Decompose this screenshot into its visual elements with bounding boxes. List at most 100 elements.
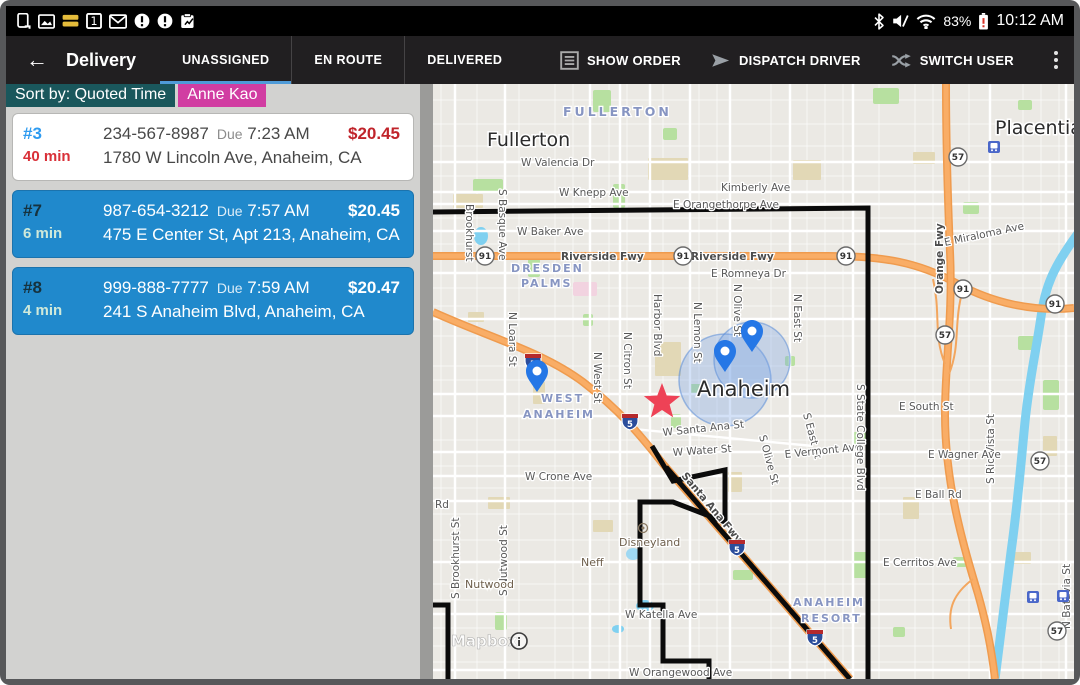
svg-text:57: 57 [939, 331, 952, 341]
street-label: E Cerritos Ave [883, 557, 957, 569]
area-label: FULLERTON [563, 104, 672, 119]
battery-percent: 83% [943, 13, 971, 29]
due-label: Due [217, 126, 243, 142]
note-icon [180, 13, 196, 29]
mail-icon [109, 14, 127, 29]
city-label: Anaheim [697, 377, 790, 401]
poi-label: Neff [581, 556, 604, 569]
order-price: $20.45 [348, 201, 400, 221]
tab-en-route[interactable]: EN ROUTE [291, 36, 404, 84]
svg-text:WEST: WEST [541, 392, 584, 405]
svg-text:5: 5 [812, 636, 818, 646]
order-price: $20.45 [348, 124, 400, 144]
street-label: N Citron St [621, 332, 633, 389]
order-phone: 234-567-8987 [103, 124, 209, 144]
city-label: Placentia [995, 117, 1074, 139]
svg-text:5: 5 [627, 420, 633, 430]
back-button[interactable]: ← [6, 36, 66, 84]
order-address: 241 S Anaheim Blvd, Anaheim, CA [103, 302, 400, 322]
hospital-area [573, 282, 597, 296]
svg-text:91: 91 [957, 285, 970, 295]
street-label: Rd [435, 499, 449, 511]
street-label: W Crone Ave [525, 471, 592, 483]
tab-unassigned[interactable]: UNASSIGNED [160, 36, 291, 84]
order-card[interactable]: #7 987-654-3212 Due 7:57 AM $20.45 6 min… [12, 190, 414, 258]
svg-text:57: 57 [1051, 627, 1064, 637]
order-eta: 40 min [23, 148, 95, 165]
alert-icon [134, 13, 150, 29]
show-order-button[interactable]: SHOW ORDER [560, 51, 681, 70]
order-phone: 999-888-7777 [103, 278, 209, 298]
due-time: 7:23 AM [247, 124, 309, 143]
order-address: 475 E Center St, Apt 213, Anaheim, CA [103, 225, 400, 245]
order-id: #7 [23, 201, 95, 221]
mapbox-wordmark[interactable]: Mapbox [451, 632, 518, 650]
switch-user-icon [891, 52, 912, 69]
tab-delivered[interactable]: DELIVERED [404, 36, 524, 84]
toolbar: ← Delivery UNASSIGNED EN ROUTE DELIVERED… [6, 36, 1074, 84]
street-label: E Romneya Dr [711, 268, 787, 280]
svg-text:DRESDEN: DRESDEN [511, 262, 584, 275]
street-label: W Baker Ave [517, 226, 583, 238]
dispatch-driver-button[interactable]: DISPATCH DRIVER [711, 52, 861, 69]
poi-label: Nutwood [465, 578, 514, 591]
panel-divider [420, 84, 433, 679]
screenshot-icon [38, 14, 55, 29]
bluetooth-icon [873, 13, 885, 30]
clock: 10:12 AM [996, 12, 1064, 30]
sim-icon [62, 14, 79, 28]
freeway-label: Riverside Fwy [691, 251, 774, 263]
street-label: Kimberly Ave [721, 182, 790, 194]
order-card[interactable]: #8 999-888-7777 Due 7:59 AM $20.47 4 min… [12, 267, 414, 335]
order-address: 1780 W Lincoln Ave, Anaheim, CA [103, 148, 400, 168]
tablet-frame: 1 83% 10:12 AM ← Delivery UNASSIGNED EN … [0, 0, 1080, 685]
switch-user-button[interactable]: SWITCH USER [891, 52, 1014, 69]
street-label: N West St [591, 352, 603, 403]
calendar-one-icon: 1 [86, 13, 102, 29]
city-label: Fullerton [487, 129, 570, 151]
street-label: W Orangewood Ave [629, 667, 732, 679]
svg-text:57: 57 [1034, 457, 1047, 467]
order-price: $20.47 [348, 278, 400, 298]
svg-text:91: 91 [840, 252, 853, 262]
sort-chip[interactable]: Sort by: Quoted Time [6, 84, 175, 107]
street-label: E Wagner Ave [928, 449, 1001, 461]
street-label: Brookhurst [463, 204, 475, 261]
due-time: 7:59 AM [247, 278, 309, 297]
show-order-icon [560, 51, 579, 70]
overflow-menu-icon[interactable] [1044, 45, 1068, 75]
street-label: Harbor Blvd [651, 294, 663, 356]
switch-user-label: SWITCH USER [920, 53, 1014, 68]
order-phone: 987-654-3212 [103, 201, 209, 221]
street-label: E Orangethorpe Ave [673, 199, 779, 211]
street-label: W Knepp Ave [559, 187, 629, 199]
order-due: Due 7:23 AM [217, 124, 310, 144]
page-title: Delivery [66, 36, 136, 84]
svg-text:ANAHEIM: ANAHEIM [523, 408, 595, 421]
order-card[interactable]: #3 234-567-8987 Due 7:23 AM $20.45 40 mi… [12, 113, 414, 181]
app-screen: 1 83% 10:12 AM ← Delivery UNASSIGNED EN … [6, 6, 1074, 679]
svg-text:91: 91 [1049, 300, 1062, 310]
svg-text:5: 5 [734, 546, 740, 556]
info-icon[interactable] [511, 633, 527, 649]
user-chip[interactable]: Anne Kao [178, 84, 266, 107]
dispatch-driver-label: DISPATCH DRIVER [739, 53, 861, 68]
street-label: S State College Blvd [854, 384, 866, 491]
wifi-icon [916, 13, 936, 29]
map[interactable]: FULLERTON Fullerton Placentia W Valencia… [433, 84, 1074, 679]
street-label: W Katella Ave [625, 609, 697, 621]
street-label: N East St [791, 294, 803, 342]
order-eta: 6 min [23, 225, 95, 242]
order-due: Due 7:57 AM [217, 201, 310, 221]
device-icon [16, 13, 31, 30]
volume-mute-icon [892, 13, 909, 29]
street-label: S Basque Ave [496, 189, 508, 260]
svg-text:91: 91 [479, 252, 492, 262]
svg-text:57: 57 [952, 153, 965, 163]
status-bar: 1 83% 10:12 AM [6, 6, 1074, 36]
order-id: #3 [23, 124, 95, 144]
street-label: E South St [899, 401, 954, 413]
street-label: S Brookhurst St [450, 517, 462, 599]
show-order-label: SHOW ORDER [587, 53, 681, 68]
street-label: E Ball Rd [915, 489, 962, 501]
